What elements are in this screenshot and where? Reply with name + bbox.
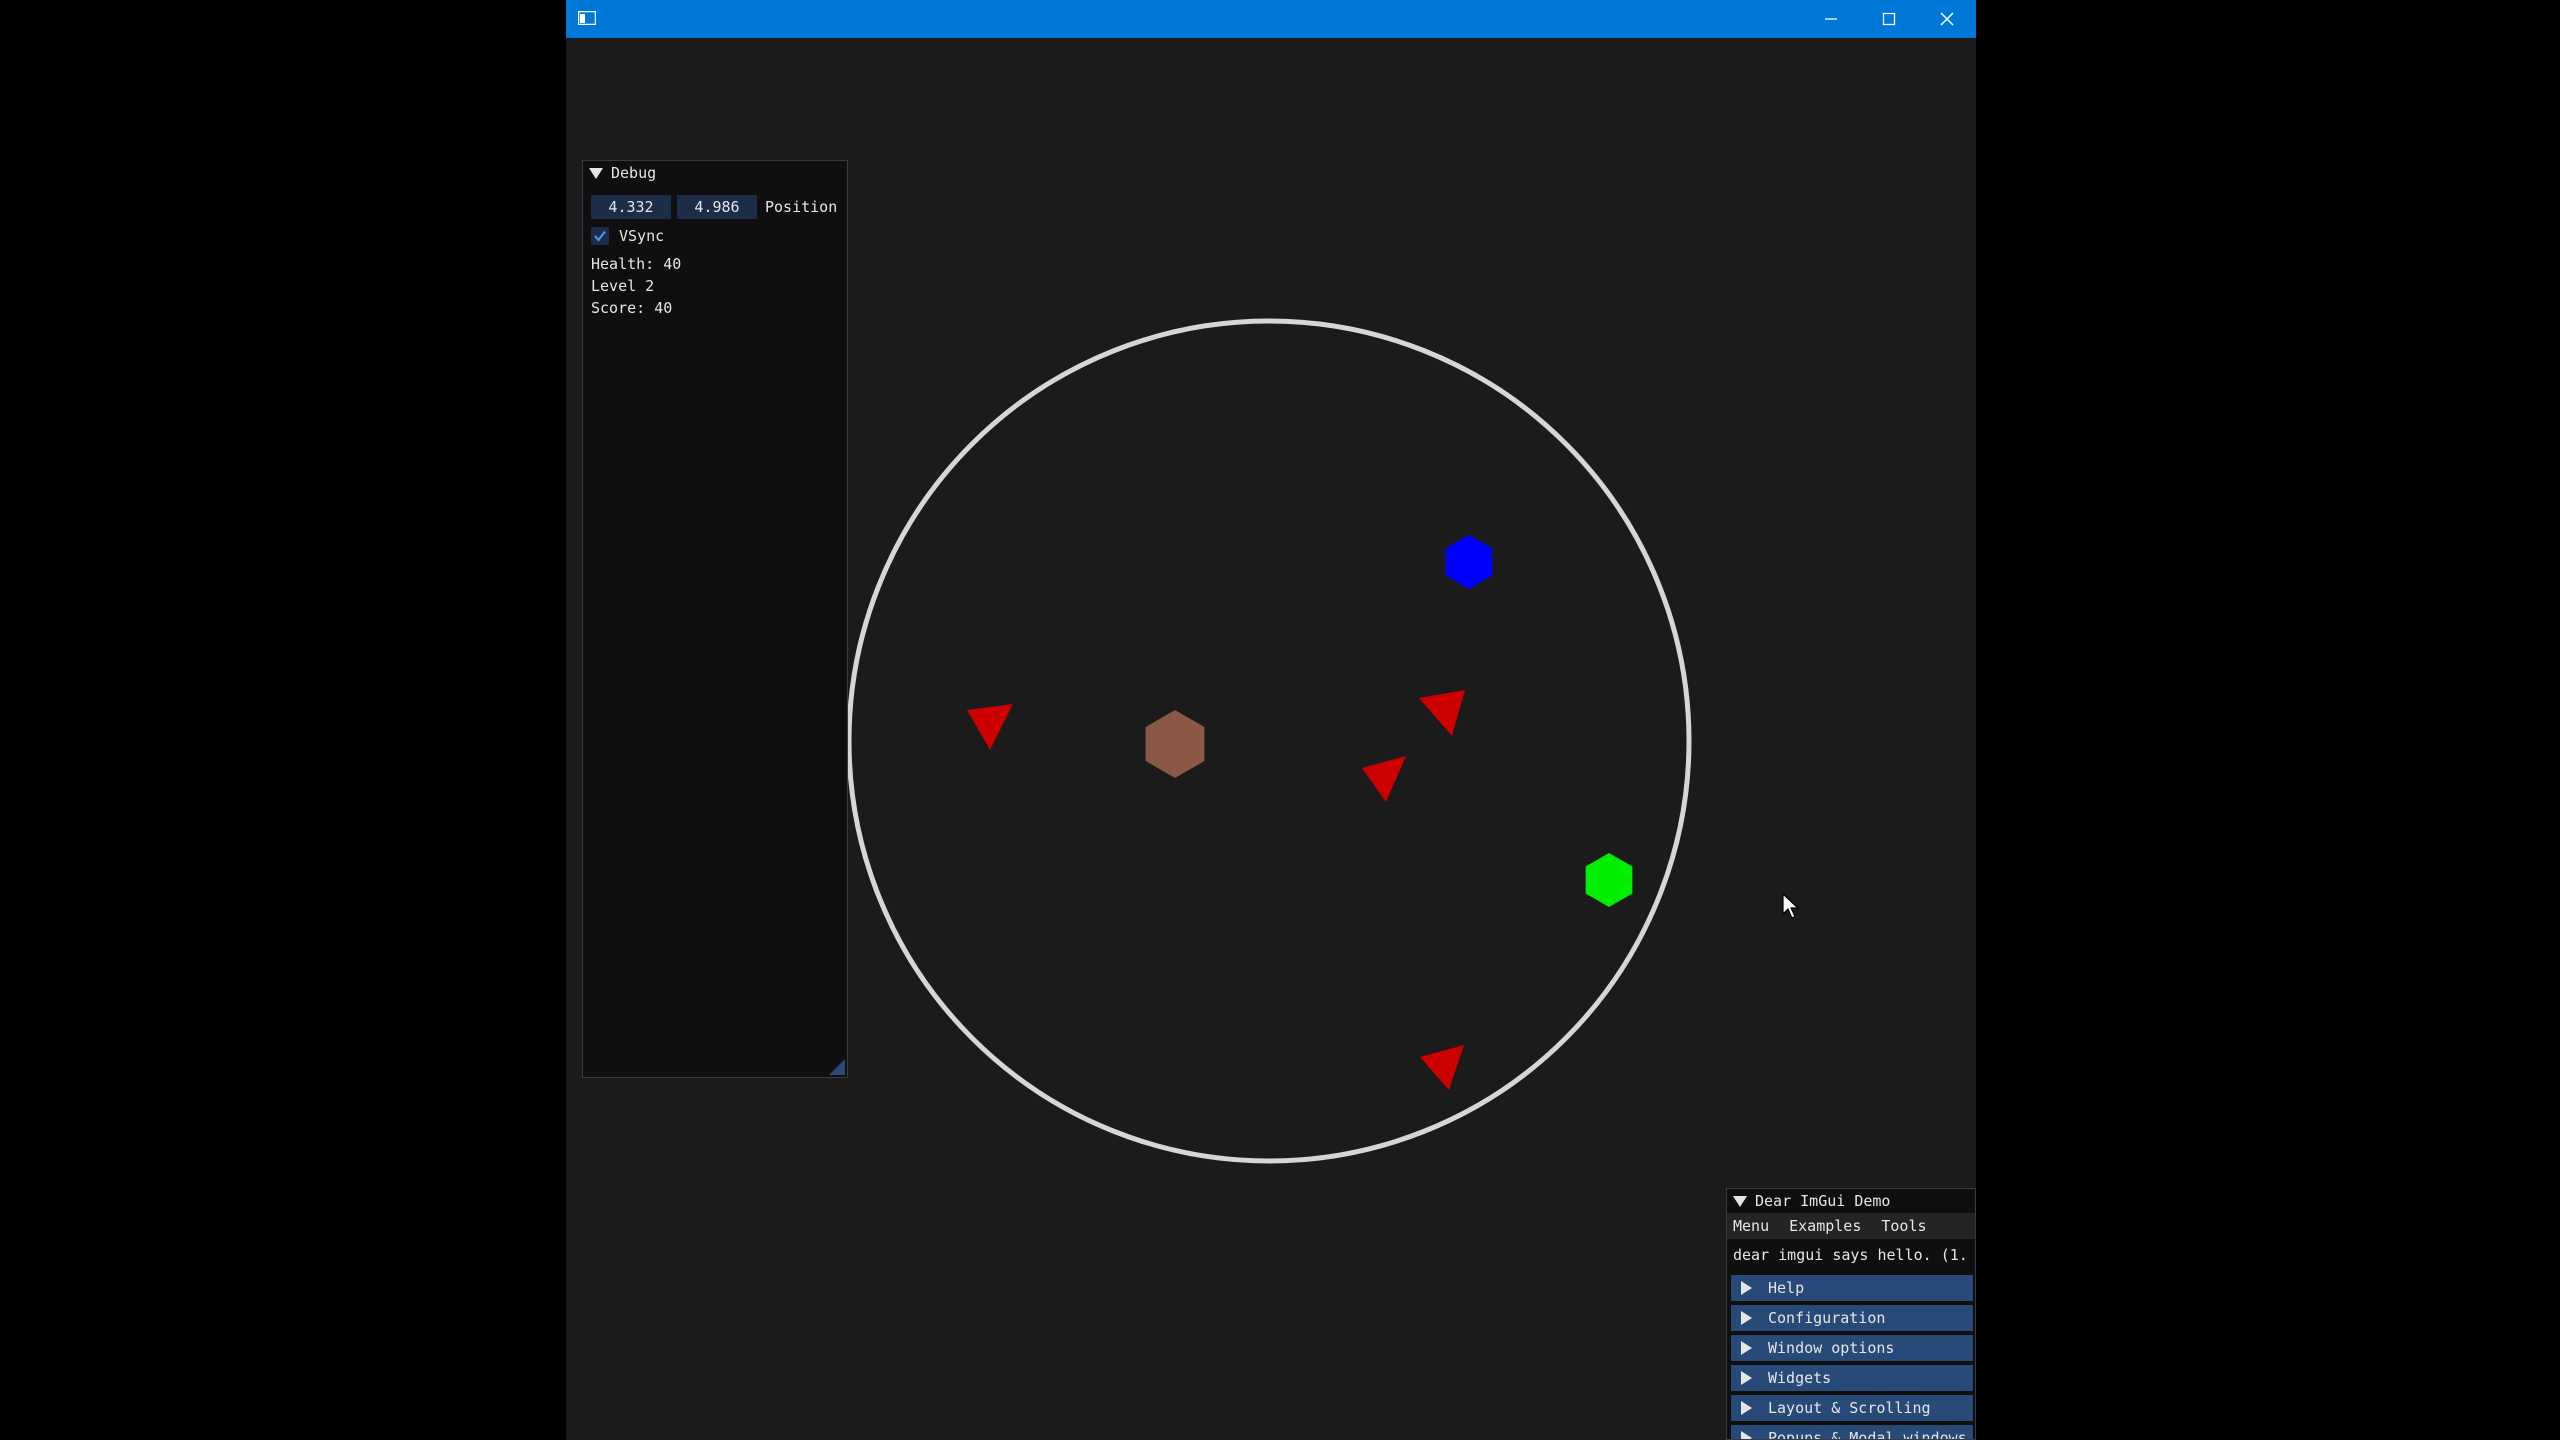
header-configuration[interactable]: Configuration xyxy=(1731,1305,1973,1331)
collapse-arrow-icon[interactable] xyxy=(1733,1195,1747,1207)
menu-item-examples[interactable]: Examples xyxy=(1789,1213,1861,1239)
expand-arrow-icon xyxy=(1741,1431,1752,1439)
score-text: Score: 40 xyxy=(591,299,673,317)
position-x-input[interactable]: 4.332 xyxy=(591,195,671,219)
position-label: Position xyxy=(765,198,838,216)
header-help[interactable]: Help xyxy=(1731,1275,1973,1301)
close-button[interactable] xyxy=(1918,0,1976,38)
header-widgets[interactable]: Widgets xyxy=(1731,1365,1973,1391)
arena-ring xyxy=(846,318,1692,1164)
header-label: Configuration xyxy=(1768,1309,1886,1327)
header-popups-modal[interactable]: Popups & Modal windows xyxy=(1731,1425,1973,1440)
enemy-triangle xyxy=(1419,690,1465,736)
app-window: Debug 4.332 4.986 Position VSync Health:… xyxy=(566,0,1976,1440)
game-viewport[interactable]: Debug 4.332 4.986 Position VSync Health:… xyxy=(566,38,1976,1440)
header-layout-scrolling[interactable]: Layout & Scrolling xyxy=(1731,1395,1973,1421)
minimize-button[interactable] xyxy=(1802,0,1860,38)
header-label: Layout & Scrolling xyxy=(1768,1399,1931,1417)
vsync-label: VSync xyxy=(619,227,665,245)
imgui-demo-window[interactable]: Dear ImGui Demo Menu Examples Tools dear… xyxy=(1726,1188,1976,1440)
debug-title: Debug xyxy=(611,164,657,182)
maximize-button[interactable] xyxy=(1860,0,1918,38)
maximize-icon xyxy=(1882,12,1896,26)
vsync-row: VSync xyxy=(591,227,664,245)
header-window-options[interactable]: Window options xyxy=(1731,1335,1973,1361)
player-hexagon xyxy=(1145,710,1205,778)
pickup-blue-hexagon xyxy=(1445,535,1493,589)
level-text: Level 2 xyxy=(591,277,655,295)
expand-arrow-icon xyxy=(1741,1311,1752,1325)
menu-item-tools[interactable]: Tools xyxy=(1881,1213,1926,1239)
enemy-triangle xyxy=(1362,756,1406,802)
demo-hello-text: dear imgui says hello. (1. xyxy=(1733,1246,1968,1264)
position-y-input[interactable]: 4.986 xyxy=(677,195,757,219)
expand-arrow-icon xyxy=(1741,1371,1752,1385)
titlebar[interactable] xyxy=(566,0,1976,38)
expand-arrow-icon xyxy=(1741,1341,1752,1355)
resize-grip[interactable] xyxy=(829,1059,845,1075)
header-label: Widgets xyxy=(1768,1369,1832,1387)
health-text: Health: 40 xyxy=(591,255,682,273)
enemy-triangle xyxy=(967,704,1013,750)
minimize-icon xyxy=(1825,18,1837,20)
header-label: Help xyxy=(1768,1279,1805,1297)
pickup-green-hexagon xyxy=(1585,853,1633,907)
demo-menubar: Menu Examples Tools xyxy=(1727,1213,1975,1239)
debug-window[interactable]: Debug 4.332 4.986 Position VSync Health:… xyxy=(582,160,848,1078)
demo-title: Dear ImGui Demo xyxy=(1755,1192,1891,1210)
header-label: Popups & Modal windows xyxy=(1768,1429,1967,1440)
collapse-arrow-icon[interactable] xyxy=(589,167,603,179)
debug-titlebar[interactable]: Debug xyxy=(583,161,847,185)
expand-arrow-icon xyxy=(1741,1281,1752,1295)
position-row: 4.332 4.986 Position xyxy=(591,195,837,219)
demo-titlebar[interactable]: Dear ImGui Demo xyxy=(1727,1189,1975,1213)
app-icon xyxy=(578,11,596,25)
menu-item-menu[interactable]: Menu xyxy=(1733,1213,1769,1239)
vsync-checkbox[interactable] xyxy=(591,227,609,245)
header-label: Window options xyxy=(1768,1339,1895,1357)
expand-arrow-icon xyxy=(1741,1401,1752,1415)
enemy-triangle xyxy=(1420,1045,1464,1090)
checkmark-icon xyxy=(594,230,606,242)
close-icon xyxy=(1940,12,1954,26)
mouse-cursor-icon xyxy=(1782,893,1800,919)
